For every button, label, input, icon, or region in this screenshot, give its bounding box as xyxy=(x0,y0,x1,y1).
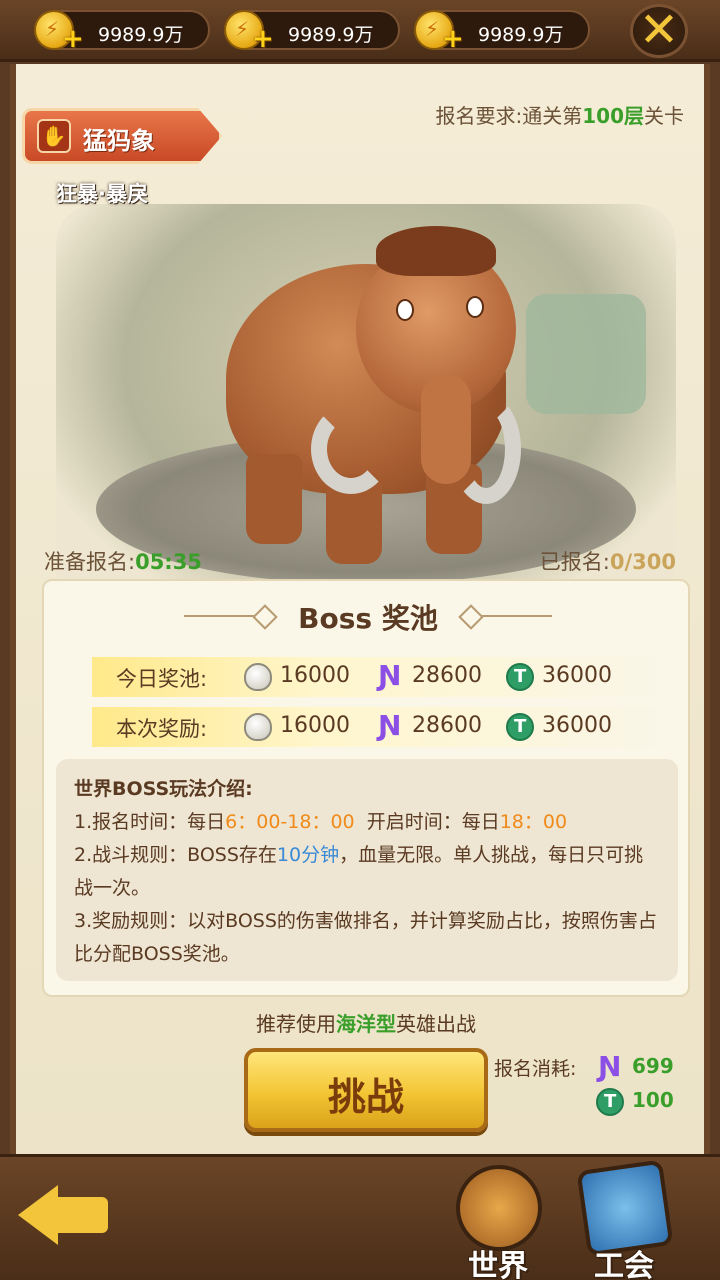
challenge-button[interactable]: 挑战 xyxy=(244,1048,488,1132)
currency-amount: 9989.9万 xyxy=(478,24,564,46)
back-arrow-icon[interactable] xyxy=(18,1175,110,1255)
rule-line-3: 3.奖励规则：以对BOSS的伤害做排名，并计算奖励占比，按照伤害占比分配BOSS… xyxy=(74,910,657,965)
plus-icon[interactable]: + xyxy=(62,26,84,52)
mammoth-eye xyxy=(466,296,484,318)
reward-value: 28600 xyxy=(412,713,482,738)
cost-token: 100 xyxy=(596,1086,686,1118)
reward-row-label: 本次奖励: xyxy=(116,717,208,741)
currency-slot-3[interactable]: + 9989.9万 xyxy=(414,10,590,52)
cost-value: 699 xyxy=(632,1054,674,1078)
prepare-label: 准备报名: xyxy=(44,550,136,574)
cost-energy: 699 xyxy=(596,1050,686,1084)
rule-line-1: 1.报名时间：每日6：00-18：00 开启时间：每日18：00 xyxy=(74,806,660,839)
reward-energy: 28600 xyxy=(376,659,506,693)
currency-amount: 9989.9万 xyxy=(98,24,184,46)
reward-value: 36000 xyxy=(542,713,612,738)
nav-guild-label[interactable]: 工会 xyxy=(594,1241,654,1280)
top-bar: + 9989.9万 + 9989.9万 + 9989.9万 ✕ xyxy=(0,0,720,62)
rule-highlight: 18：00 xyxy=(499,811,568,833)
token-icon xyxy=(596,1088,624,1116)
plus-icon[interactable]: + xyxy=(252,26,274,52)
background-rock xyxy=(526,294,646,414)
energy-icon xyxy=(596,1050,624,1083)
token-icon xyxy=(506,663,534,691)
reward-value: 36000 xyxy=(542,663,612,688)
reward-row-label: 今日奖池: xyxy=(116,667,208,691)
title-ornament xyxy=(472,615,552,617)
reward-row-today: 今日奖池: 16000 28600 36000 xyxy=(92,657,662,697)
rule-highlight: 6：00-18：00 xyxy=(225,811,355,833)
reward-shell: 16000 xyxy=(244,661,374,693)
reward-token: 36000 xyxy=(506,711,636,743)
requirement-suffix: 关卡 xyxy=(644,104,684,128)
rule-line-2: 2.战斗规则：BOSS存在10分钟，血量无限。单人挑战，每日只可挑战一次。 xyxy=(74,839,660,905)
reward-pool-title: Boss 奖池 xyxy=(298,602,438,635)
boss-name: 猛犸象 xyxy=(83,127,155,155)
energy-icon xyxy=(376,659,404,692)
token-icon xyxy=(506,713,534,741)
boss-name-ribbon: ✋ 猛犸象 xyxy=(22,108,222,164)
close-icon[interactable]: ✕ xyxy=(630,4,688,58)
boss-scene xyxy=(56,204,676,604)
reward-value: 16000 xyxy=(280,713,350,738)
rule-text: 2.战斗规则：BOSS存在 xyxy=(74,844,277,866)
reward-box: Boss 奖池 今日奖池: 16000 28600 36000 本次奖励: xyxy=(42,579,690,997)
rules-box: 世界BOSS玩法介绍: 1.报名时间：每日6：00-18：00 开启时间：每日1… xyxy=(56,759,678,981)
signed-label: 已报名: xyxy=(539,550,610,574)
world-icon[interactable] xyxy=(456,1165,542,1251)
mammoth-tusk xyxy=(451,394,521,504)
bottom-bar: 世界 工会 xyxy=(0,1154,720,1280)
hero-recommendation: 推荐使用海洋型英雄出战 xyxy=(16,1008,716,1037)
rule-highlight: 10分钟 xyxy=(276,844,340,866)
mammoth-tusk xyxy=(311,404,391,494)
signup-requirement: 报名要求:通关第100层关卡 xyxy=(436,100,685,129)
requirement-prefix: 报名要求:通关第 xyxy=(435,104,583,128)
reward-shell: 16000 xyxy=(244,711,374,743)
recommend-prefix: 推荐使用 xyxy=(256,1012,336,1036)
rules-heading: 世界BOSS玩法介绍: xyxy=(74,778,253,800)
signup-cost-label: 报名消耗: xyxy=(494,1058,577,1080)
mammoth-hair xyxy=(376,226,496,276)
recommend-suffix: 英雄出战 xyxy=(396,1012,476,1036)
shell-icon xyxy=(244,713,272,741)
boss-panel: 报名要求:通关第100层关卡 ✋ 猛犸象 狂暴·暴戾 准备报名:05:35 已报… xyxy=(10,64,710,1154)
reward-energy: 28600 xyxy=(376,709,506,743)
prepare-status: 准备报名:05:35 xyxy=(44,546,202,576)
panel-background: 报名要求:通关第100层关卡 ✋ 猛犸象 狂暴·暴戾 准备报名:05:35 已报… xyxy=(16,64,704,1154)
nav-world-label[interactable]: 世界 xyxy=(468,1241,528,1280)
currency-slot-2[interactable]: + 9989.9万 xyxy=(224,10,400,52)
rule-text: 1.报名时间：每日 xyxy=(74,811,226,833)
signed-status: 已报名:0/300 xyxy=(540,546,676,576)
signed-count: 0/300 xyxy=(609,550,676,574)
currency-slot-1[interactable]: + 9989.9万 xyxy=(34,10,210,52)
prepare-time: 05:35 xyxy=(135,550,202,574)
shell-icon xyxy=(244,663,272,691)
requirement-level: 100层 xyxy=(582,104,644,128)
reward-row-current: 本次奖励: 16000 28600 36000 xyxy=(92,707,662,747)
energy-icon xyxy=(376,709,404,742)
currency-amount: 9989.9万 xyxy=(288,24,374,46)
cost-value: 100 xyxy=(632,1088,674,1112)
reward-token: 36000 xyxy=(506,661,636,693)
challenge-label: 挑战 xyxy=(327,1075,404,1119)
reward-value: 28600 xyxy=(412,663,482,688)
boss-type-icon: ✋ xyxy=(37,119,71,153)
mammoth-eye xyxy=(396,299,414,321)
mammoth-leg xyxy=(246,454,302,544)
reward-value: 16000 xyxy=(280,663,350,688)
recommend-type: 海洋型 xyxy=(336,1012,396,1036)
boss-trait: 狂暴·暴戾 xyxy=(56,182,148,206)
plus-icon[interactable]: + xyxy=(442,26,464,52)
rule-text: 开启时间：每日 xyxy=(354,811,500,833)
